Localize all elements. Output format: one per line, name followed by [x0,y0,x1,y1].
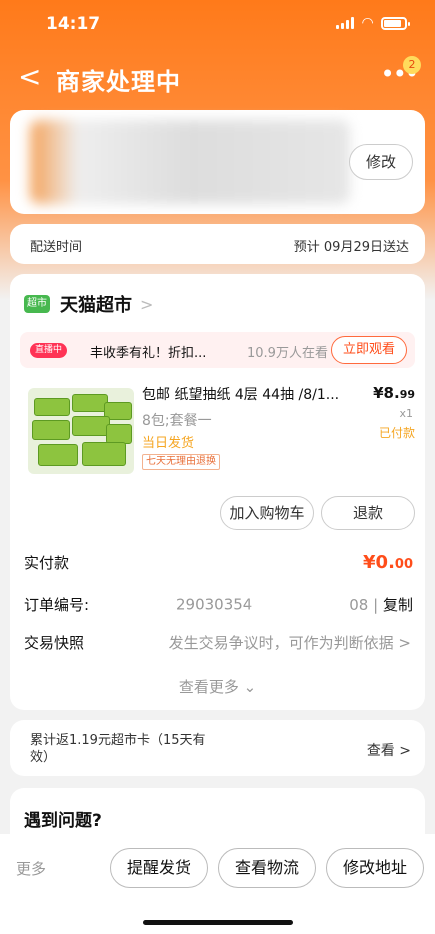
live-viewers: 10.9万人在看 [247,346,328,361]
edit-address-button[interactable]: 修改 [349,144,413,180]
shipping-tag: 当日发货 [142,436,195,451]
live-text: 丰收季有礼！折扣... [90,346,207,361]
wifi-icon: ◠ [362,15,373,31]
coupon-text: 累计返1.19元超市卡（15天有效） [30,733,206,765]
snapshot-label: 交易快照 [24,634,85,652]
address-card[interactable]: 修改 [10,110,425,214]
product-image[interactable] [28,388,134,474]
delivery-label: 配送时间 [30,240,83,255]
coupon-view-link[interactable]: 查看 > [367,740,411,760]
watch-now-button[interactable]: 立即观看 [331,336,407,364]
coupon-card[interactable]: 累计返1.19元超市卡（15天有效） 查看 > [10,720,425,776]
order-number: 29030354 [176,594,329,616]
paid-amount: ¥0.00 [363,552,413,573]
refund-button[interactable]: 退款 [321,496,415,530]
more-actions-link[interactable]: 更多 [16,858,46,879]
status-icons: ◠ [336,15,410,31]
bottom-action-bar: 更多 提醒发货 查看物流 修改地址 [0,834,435,934]
paid-label: 实付款 [24,554,70,572]
back-icon[interactable]: < [18,60,41,93]
remind-ship-button[interactable]: 提醒发货 [110,848,208,888]
return-guarantee-badge: 七天无理由退换 [142,454,220,470]
signal-icon [336,17,355,29]
snapshot-hint-link[interactable]: 发生交易争议时，可作为判断依据 > [169,632,411,653]
copy-button[interactable]: 复制 [383,596,413,614]
order-card: 超市 天猫超市 > 直播中 丰收季有礼！折扣... 10.9万人在看 立即观看 … [10,274,425,710]
product-title[interactable]: 包邮 纸望抽纸 4层 44抽 /8/1... [142,384,368,404]
help-title: 遇到问题? [24,811,102,831]
nav-bar: < 商家处理中 ••• 2 [0,52,435,102]
shop-row[interactable]: 超市 天猫超市 > [24,292,153,316]
notification-badge: 2 [403,56,421,74]
add-to-cart-button[interactable]: 加入购物车 [220,496,314,530]
delivery-value: 预计 09月29日送达 [293,240,409,255]
copy-order-number[interactable]: 08 | 复制 [349,594,413,615]
product-spec: 8包;套餐一 [142,413,212,429]
payment-status: 已付款 [378,426,415,440]
tmall-supermarket-icon: 超市 [24,295,50,313]
delivery-time-card: 配送时间 预计 09月29日送达 [10,224,425,264]
live-tag: 直播中 [30,343,68,358]
home-indicator [143,920,293,925]
live-banner[interactable]: 直播中 丰收季有礼！折扣... 10.9万人在看 立即观看 [20,332,415,368]
change-address-button[interactable]: 修改地址 [326,848,424,888]
view-logistics-button[interactable]: 查看物流 [218,848,316,888]
product-price: ¥8.99 [373,384,415,402]
chevron-right-icon: > [140,294,154,314]
battery-icon [381,16,410,30]
status-bar: 14:17 ◠ [0,0,435,48]
address-blurred [30,120,350,204]
order-number-label: 订单编号: [24,596,90,614]
product-quantity: x1 [399,407,413,420]
status-time: 14:17 [46,14,101,34]
see-more-link[interactable]: 查看更多 ⌄ [10,676,425,697]
page-title: 商家处理中 [56,68,181,96]
shop-name: 天猫超市 [60,295,132,316]
